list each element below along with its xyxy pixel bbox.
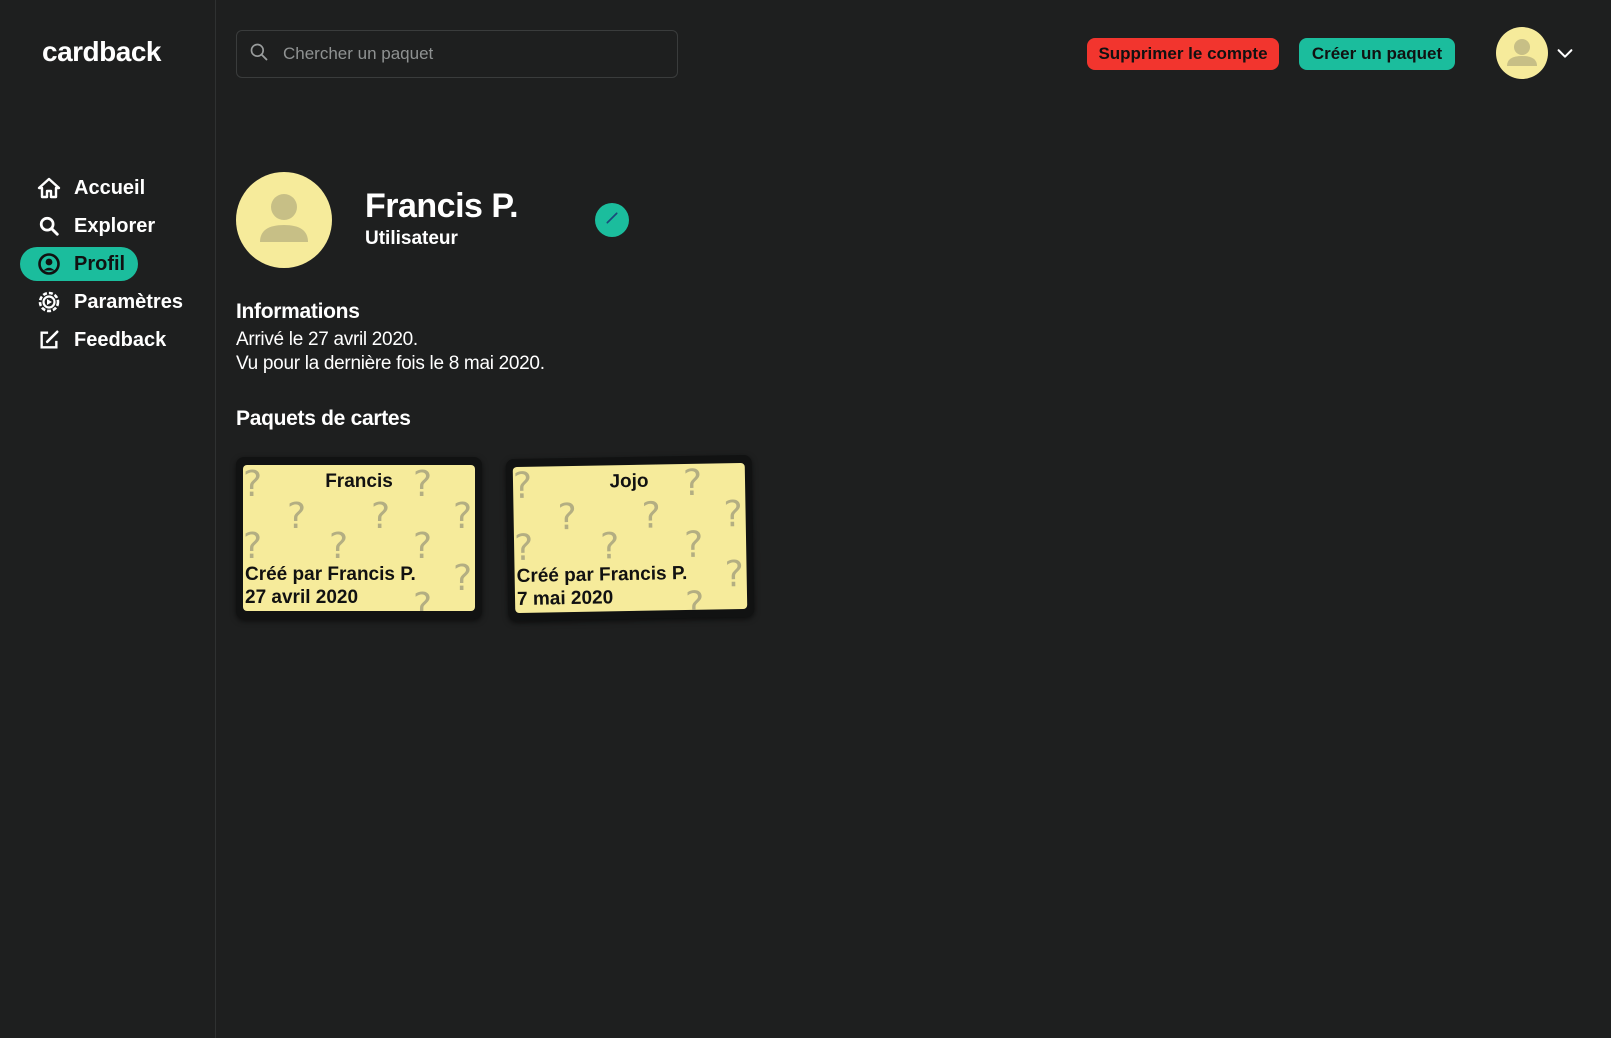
deck-author: Créé par Francis P. — [516, 563, 688, 587]
deck-meta: Créé par Francis P. 7 mai 2020 — [516, 562, 688, 611]
question-mark-pattern: ? — [723, 494, 744, 536]
sidebar-item-label: Accueil — [74, 176, 146, 199]
informations-title: Informations — [236, 300, 360, 323]
search-bar[interactable] — [236, 30, 678, 78]
avatar[interactable] — [1496, 27, 1548, 79]
gear-icon — [36, 289, 62, 315]
sidebar-item-label: Paramètres — [74, 290, 183, 313]
question-mark-pattern: ? — [557, 496, 578, 539]
deck-meta: Créé par Francis P. 27 avril 2020 — [245, 563, 416, 609]
question-mark-pattern: ? — [329, 526, 349, 567]
chevron-down-icon[interactable] — [1554, 42, 1576, 64]
app-logo[interactable]: cardback — [42, 36, 161, 68]
sidebar-item-parametres[interactable]: Paramètres — [20, 285, 200, 319]
question-mark-pattern: ? — [641, 495, 662, 537]
home-icon — [36, 175, 62, 201]
question-mark-pattern: ? — [513, 527, 534, 570]
profile-avatar — [236, 172, 332, 268]
sidebar-item-explorer[interactable]: Explorer — [20, 209, 200, 243]
sidebar-item-feedback[interactable]: Feedback — [20, 323, 200, 357]
search-icon — [249, 42, 269, 67]
deck-card-face: ? ? ? ? ? ? ? ? ? ? Jojo Créé par Franci… — [512, 462, 748, 614]
profile-name: Francis P. — [365, 187, 519, 225]
deck-card[interactable]: ? ? ? ? ? ? ? ? ? ? Francis Créé par Fra… — [236, 457, 482, 619]
search-input[interactable] — [281, 43, 665, 65]
delete-account-button[interactable]: Supprimer le compte — [1087, 38, 1279, 70]
question-mark-pattern: ? — [599, 526, 620, 568]
last-seen-date: Vu pour la dernière fois le 8 mai 2020. — [236, 353, 545, 374]
search-icon — [36, 213, 62, 239]
sidebar: cardback Accueil Explorer Profil Paramèt… — [0, 0, 216, 1038]
question-mark-pattern: ? — [724, 554, 745, 596]
question-mark-pattern: ? — [453, 496, 473, 537]
deck-card[interactable]: ? ? ? ? ? ? ? ? ? ? Jojo Créé par Franci… — [505, 454, 755, 622]
edit-icon — [36, 327, 62, 353]
create-deck-button[interactable]: Créer un paquet — [1299, 38, 1455, 70]
deck-date: 27 avril 2020 — [245, 587, 359, 608]
edit-profile-button[interactable] — [595, 203, 629, 237]
deck-title: Jojo — [609, 470, 649, 493]
decks-title: Paquets de cartes — [236, 407, 411, 430]
question-mark-pattern: ? — [243, 526, 263, 567]
deck-date: 7 mai 2020 — [516, 587, 614, 610]
question-mark-pattern: ? — [371, 496, 391, 537]
sidebar-item-profil[interactable]: Profil — [20, 247, 138, 281]
user-circle-icon — [36, 251, 62, 277]
deck-card-face: ? ? ? ? ? ? ? ? ? ? Francis Créé par Fra… — [243, 465, 475, 611]
deck-author: Créé par Francis P. — [245, 564, 416, 585]
user-icon — [1507, 39, 1537, 66]
question-mark-pattern: ? — [453, 558, 473, 599]
sidebar-item-label: Profil — [74, 252, 126, 275]
question-mark-pattern: ? — [683, 524, 704, 567]
sidebar-item-label: Explorer — [74, 214, 156, 237]
profile-role: Utilisateur — [365, 228, 458, 249]
sidebar-nav: Accueil Explorer Profil Paramètres Feedb… — [20, 171, 200, 361]
joined-date: Arrivé le 27 avril 2020. — [236, 329, 418, 350]
sidebar-item-accueil[interactable]: Accueil — [20, 171, 200, 205]
sidebar-item-label: Feedback — [74, 328, 167, 351]
deck-title: Francis — [325, 471, 393, 492]
question-mark-pattern: ? — [413, 586, 433, 612]
question-mark-pattern: ? — [287, 496, 307, 537]
user-icon — [260, 194, 308, 242]
question-mark-pattern: ? — [413, 526, 433, 567]
pencil-icon — [604, 210, 620, 231]
